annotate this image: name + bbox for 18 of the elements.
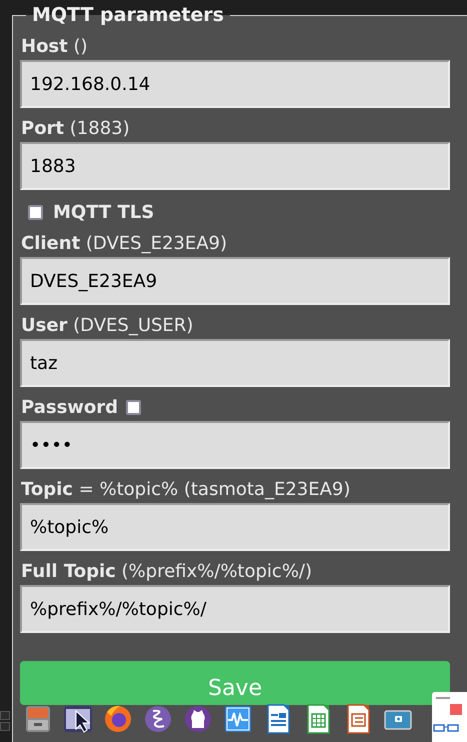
- text-field[interactable]: DVES_E23EA9: [20, 257, 450, 305]
- text-field[interactable]: %prefix%/%topic%/: [20, 585, 450, 633]
- field-label: Host (): [21, 36, 89, 57]
- field-label: User (DVES_USER): [21, 315, 194, 336]
- text-field[interactable]: %topic%: [20, 503, 450, 551]
- field-label: Full Topic (%prefix%/%topic%/): [21, 561, 314, 582]
- panel-title: MQTT parameters: [31, 4, 225, 26]
- field-label: Port (1883): [21, 118, 131, 139]
- field-label: Password: [21, 397, 118, 418]
- show-password-checkbox[interactable]: [126, 400, 142, 415]
- text-field[interactable]: 192.168.0.14: [20, 60, 450, 108]
- checkbox[interactable]: [28, 205, 43, 220]
- field-label: Topic = %topic% (tasmota_E23EA9): [21, 479, 352, 500]
- text-field[interactable]: taz: [20, 339, 450, 387]
- field-label: Client (DVES_E23EA9): [21, 233, 228, 254]
- checkbox-label: MQTT TLS: [53, 202, 154, 223]
- password-field[interactable]: ••••: [20, 421, 450, 469]
- text-field[interactable]: 1883: [20, 142, 450, 190]
